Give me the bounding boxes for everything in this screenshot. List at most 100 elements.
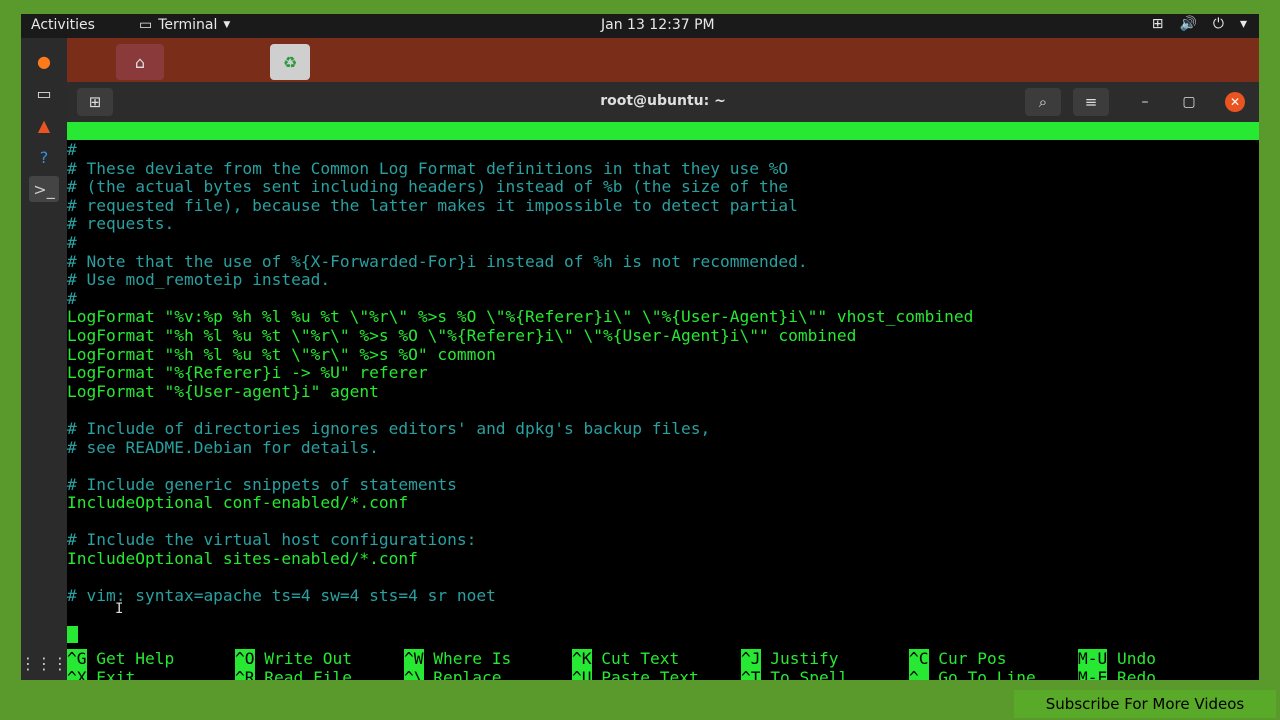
app-menu[interactable]: ▭ Terminal ▼ [139,17,230,33]
firefox-icon[interactable]: ● [29,48,59,74]
file-line: LogFormat "%h %l %u %t \"%r\" %>s %O \"%… [67,325,857,345]
terminal-icon[interactable]: >_ [29,176,59,202]
file-line [67,457,1259,476]
volume-icon[interactable]: 🔊 [1179,16,1196,32]
shortcut-key: ^U [572,668,592,680]
menu-arrow-icon[interactable]: ▾ [1240,16,1247,32]
network-icon[interactable]: ⊞ [1152,16,1164,32]
shortcut-key: M-U [1078,649,1108,668]
desktop-screen: Activities ▭ Terminal ▼ Jan 13 12:37 PM … [21,14,1259,680]
file-content[interactable]: # # These deviate from the Common Log For… [67,140,1259,606]
file-line [67,401,1259,420]
shortcut-key: ^K [572,649,592,668]
shortcut-item[interactable]: ^K Cut Text [572,649,680,668]
top-bar: Activities ▭ Terminal ▼ Jan 13 12:37 PM … [21,14,1259,38]
shortcut-item[interactable]: ^O Write Out [235,649,352,668]
file-line: # vim: syntax=apache ts=4 sw=4 sts=4 sr … [67,586,496,606]
file-line: LogFormat "%{User-agent}i" agent [67,381,379,401]
file-line: # [67,140,77,159]
shortcut-label: Write Out [254,649,352,668]
file-line: # Include generic snippets of statements [67,474,457,494]
shortcut-item[interactable]: ^_ Go To Line [909,668,1036,681]
system-tray[interactable]: ⊞ 🔊 ⏻ ▾ [1152,16,1247,32]
chevron-down-icon: ▼ [223,20,231,30]
help-icon[interactable]: ? [29,144,59,170]
shortcut-item[interactable]: M-E Redo [1078,668,1156,681]
shortcut-key: ^J [741,649,761,668]
shortcut-label: To Spell [760,668,849,681]
window-titlebar[interactable]: ⊞ root@ubuntu: ~ ⌕ ≡ – ▢ ✕ [67,82,1259,122]
shortcut-label: Cut Text [591,649,680,668]
shortcut-item[interactable]: ^X Exit [67,668,136,681]
shortcut-item[interactable]: ^U Paste Text [572,668,699,681]
shortcut-label: Redo [1107,668,1156,681]
file-line [67,513,1259,532]
search-icon[interactable]: ⌕ [1025,88,1061,116]
shortcut-label: Get Help [86,649,175,668]
shortcut-item[interactable]: ^G Get Help [67,649,175,668]
power-icon[interactable]: ⏻ [1213,16,1224,32]
shortcut-label: Where Is [423,649,512,668]
shortcut-key: ^\ [404,668,424,680]
shortcut-label: Replace [423,668,502,681]
file-line: # requested file), because the latter ma… [67,195,798,215]
shortcut-key: M-E [1078,668,1108,680]
mouse-cursor-icon: I [115,601,124,617]
clock[interactable]: Jan 13 12:37 PM [601,17,715,33]
file-line: LogFormat "%{Referer}i -> %U" referer [67,363,428,383]
trash-icon[interactable]: ♻ [270,44,310,80]
file-line: IncludeOptional conf-enabled/*.conf [67,493,409,513]
file-line: # Note that the use of %{X-Forwarded-For… [67,251,808,271]
shortcut-item[interactable]: ^R Read File [235,668,352,681]
shortcut-label: Read File [254,668,352,681]
app-menu-label: Terminal [158,17,218,33]
minimize-icon[interactable]: – [1135,92,1155,112]
shortcut-key: ^O [235,649,255,668]
shortcut-item[interactable]: ^W Where Is [404,649,512,668]
shortcut-key: ^_ [909,668,929,680]
shortcut-label: Paste Text [591,668,699,681]
hamburger-menu-icon[interactable]: ≡ [1073,88,1109,116]
file-line: IncludeOptional sites-enabled/*.conf [67,549,418,569]
shortcut-label: Exit [86,668,136,681]
software-icon[interactable]: ▲ [29,112,59,138]
shortcut-key: ^T [741,668,761,680]
file-line: # [67,232,77,252]
shortcut-label: Undo [1107,649,1156,668]
nano-header: GNU nano 4.8 /etc/apache2/apache2.conf [67,122,1259,176]
file-line: # requests. [67,214,175,234]
show-apps-icon[interactable]: ⋮⋮⋮ [21,650,68,676]
files-icon[interactable]: ▭ [29,80,59,106]
close-icon[interactable]: ✕ [1225,92,1245,112]
shortcut-item[interactable]: ^T To Spell [741,668,849,681]
file-line [67,569,1259,588]
file-line: # (the actual bytes sent including heade… [67,177,789,197]
shortcut-item[interactable]: ^C Cur Pos [909,649,1007,668]
activities-button[interactable]: Activities [31,17,95,33]
shortcut-item[interactable]: ^\ Replace [404,668,502,681]
shortcut-item[interactable]: M-U Undo [1078,649,1156,668]
file-line: # Include the virtual host configuration… [67,530,477,550]
shortcut-label: Go To Line [928,668,1036,681]
home-folder-icon[interactable]: ⌂ [116,44,164,80]
terminal-window: ⊞ root@ubuntu: ~ ⌕ ≡ – ▢ ✕ GNU nano 4.8 … [67,82,1259,680]
nano-editor[interactable]: GNU nano 4.8 /etc/apache2/apache2.conf #… [67,122,1259,680]
file-line: # These deviate from the Common Log Form… [67,158,789,178]
text-cursor [67,626,78,643]
file-line: LogFormat "%v:%p %h %l %u %t \"%r\" %>s … [67,307,974,327]
shortcut-key: ^X [67,668,87,680]
shortcut-key: ^C [909,649,929,668]
file-line: LogFormat "%h %l %u %t \"%r\" %>s %O" co… [67,344,496,364]
shortcut-label: Cur Pos [928,649,1007,668]
dock: ● ▭ ▲ ? >_ ⋮⋮⋮ [21,38,68,680]
shortcut-key: ^G [67,649,87,668]
maximize-icon[interactable]: ▢ [1179,92,1199,112]
subscribe-banner: Subscribe For More Videos [1014,690,1276,718]
terminal-app-icon: ▭ [139,17,153,33]
shortcut-item[interactable]: ^J Justify [741,649,838,668]
file-line: # see README.Debian for details. [67,437,379,457]
shortcut-key: ^W [404,649,424,668]
shortcut-key: ^R [235,668,255,680]
file-line: # Include of directories ignores editors… [67,418,711,438]
file-line: # [67,288,77,308]
